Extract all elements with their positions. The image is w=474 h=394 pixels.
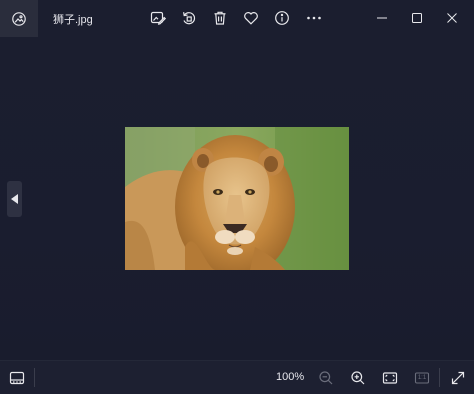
- maximize-button[interactable]: [409, 10, 425, 26]
- info-button[interactable]: [274, 10, 290, 26]
- rotate-button[interactable]: [181, 10, 197, 26]
- minimize-button[interactable]: [374, 10, 390, 26]
- chevron-left-icon: [10, 194, 19, 204]
- more-icon: [306, 10, 322, 26]
- minimize-icon: [376, 12, 388, 24]
- fit-to-window-icon: [382, 370, 398, 386]
- zoom-in-icon: [350, 370, 366, 386]
- filmstrip-icon: [9, 370, 25, 386]
- favorite-icon: [243, 10, 259, 26]
- bottom-bar: 100% 1:1: [0, 360, 474, 394]
- edit-image-button[interactable]: [150, 10, 166, 26]
- edit-image-icon: [150, 10, 166, 26]
- actual-size-icon: 1:1: [414, 370, 430, 386]
- fullscreen-button[interactable]: [450, 370, 466, 386]
- app-photos-icon: [11, 11, 27, 27]
- close-button[interactable]: [444, 10, 460, 26]
- app-icon-button[interactable]: [0, 0, 38, 37]
- photo-lion: [125, 127, 349, 270]
- file-title: 狮子.jpg: [53, 14, 93, 26]
- close-icon: [446, 12, 458, 24]
- rotate-icon: [181, 10, 197, 26]
- separator: [439, 368, 440, 387]
- delete-icon: [212, 10, 228, 26]
- previous-image-button[interactable]: [7, 181, 22, 217]
- fullscreen-icon: [450, 370, 466, 386]
- more-button[interactable]: [306, 10, 322, 26]
- maximize-icon: [411, 12, 423, 24]
- title-bar: 狮子.jpg: [0, 0, 474, 37]
- zoom-out-button[interactable]: [318, 370, 334, 386]
- filmstrip-button[interactable]: [9, 370, 25, 386]
- info-icon: [274, 10, 290, 26]
- zoom-in-button[interactable]: [350, 370, 366, 386]
- zoom-out-icon: [318, 370, 334, 386]
- delete-button[interactable]: [212, 10, 228, 26]
- zoom-level[interactable]: 100%: [276, 371, 304, 383]
- actual-size-button[interactable]: 1:1: [414, 370, 430, 386]
- actual-size-label: 1:1: [417, 375, 427, 381]
- fit-to-window-button[interactable]: [382, 370, 398, 386]
- separator: [34, 368, 35, 387]
- favorite-button[interactable]: [243, 10, 259, 26]
